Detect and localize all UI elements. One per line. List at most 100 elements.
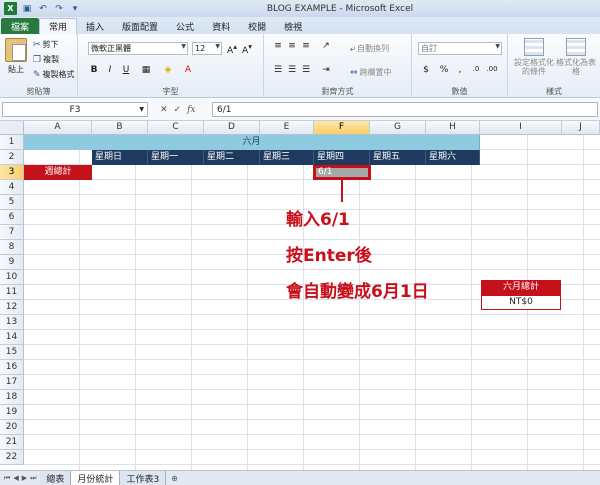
decrease-decimal-icon[interactable]: .00 [486,65,498,73]
row-header[interactable]: 22 [0,450,24,465]
row-header[interactable]: 15 [0,345,24,360]
row-header[interactable]: 19 [0,405,24,420]
row-header[interactable]: 4 [0,180,24,195]
indent-icon[interactable]: ⇥ [320,65,332,75]
prev-sheet-icon[interactable]: ◀ [13,474,18,482]
sheet-tab-summary[interactable]: 總表 [40,471,72,485]
row-header[interactable]: 11 [0,285,24,300]
save-icon[interactable]: ▣ [21,3,33,15]
align-middle-icon[interactable]: ≡ [286,41,298,51]
column-header-f[interactable]: F [314,121,370,135]
first-sheet-icon[interactable]: ⏮ [4,474,10,483]
row-header[interactable]: 2 [0,150,24,165]
undo-icon[interactable]: ↶ [37,3,49,15]
formula-input[interactable]: 6/1 [212,102,598,117]
percent-icon[interactable]: % [438,65,450,75]
tab-review[interactable]: 校閱 [239,18,275,34]
weekday-header-mon[interactable]: 星期一 [148,150,204,165]
format-table-button[interactable]: 格式化為表格 [556,38,596,76]
paste-button[interactable]: 貼上 [5,38,27,75]
format-painter-button[interactable]: ✎ 複製格式 [33,69,75,80]
column-header-c[interactable]: C [148,121,204,135]
row-header[interactable]: 5 [0,195,24,210]
column-header-h[interactable]: H [426,121,480,135]
row-header[interactable]: 18 [0,390,24,405]
comma-icon[interactable]: , [454,65,466,75]
column-header-b[interactable]: B [92,121,148,135]
column-header-d[interactable]: D [204,121,260,135]
column-header-g[interactable]: G [370,121,426,135]
shrink-font-icon[interactable]: A▾ [241,42,253,56]
month-title-cell[interactable]: 六月 [24,135,480,150]
align-top-icon[interactable]: ≡ [272,41,284,51]
weekday-header-sat[interactable]: 星期六 [426,150,480,165]
align-center-icon[interactable]: ☰ [286,65,298,75]
sheet-tab-monthly[interactable]: 月份統計 [71,471,121,485]
june-total-value-cell[interactable]: NT$0 [481,295,561,310]
next-sheet-icon[interactable]: ▶ [22,474,27,482]
font-name-combo[interactable]: 微軟正黑體 ▼ [88,42,188,55]
weekday-header-thu[interactable]: 星期四 [314,150,370,165]
redo-icon[interactable]: ↷ [53,3,65,15]
fill-color-icon[interactable]: ◈ [162,65,174,75]
tab-insert[interactable]: 插入 [77,18,113,34]
weekday-header-wed[interactable]: 星期三 [260,150,314,165]
insert-sheet-icon[interactable]: ⊕ [166,471,183,485]
underline-button[interactable]: U [120,65,132,75]
orientation-icon[interactable]: ↗ [320,41,332,51]
number-format-combo[interactable]: 自訂 ▼ [418,42,502,55]
row-header[interactable]: 9 [0,255,24,270]
last-sheet-icon[interactable]: ⏭ [30,474,36,483]
chevron-down-icon[interactable]: ▾ [69,3,81,15]
tab-page-layout[interactable]: 版面配置 [113,18,167,34]
tab-home[interactable]: 常用 [39,18,78,34]
increase-decimal-icon[interactable]: .0 [470,65,482,73]
select-all-corner[interactable] [0,121,24,135]
border-icon[interactable]: ▦ [140,65,152,75]
row-header[interactable]: 21 [0,435,24,450]
align-left-icon[interactable]: ☰ [272,65,284,75]
weekday-header-tue[interactable]: 星期二 [204,150,260,165]
weekday-header-sun[interactable]: 星期日 [92,150,148,165]
row-header[interactable]: 6 [0,210,24,225]
june-total-label-cell[interactable]: 六月總計 [481,280,561,295]
conditional-format-button[interactable]: 設定格式化的條件 [514,38,554,76]
column-header-i[interactable]: I [480,121,562,135]
wrap-text-button[interactable]: ⤶ 自動換列 [350,43,389,54]
row-header[interactable]: 10 [0,270,24,285]
active-cell-f3[interactable]: 6/1 [313,165,371,180]
confirm-icon[interactable]: ✓ [174,105,182,115]
bold-button[interactable]: B [88,65,100,75]
font-size-combo[interactable]: 12 ▼ [192,42,222,55]
name-box[interactable]: F3 ▼ [2,102,148,117]
weekday-header-fri[interactable]: 星期五 [370,150,426,165]
column-header-j[interactable]: J [562,121,600,135]
row-header[interactable]: 13 [0,315,24,330]
row-header[interactable]: 1 [0,135,24,150]
copy-button[interactable]: ❐ 複製 [33,54,59,65]
row-header[interactable]: 7 [0,225,24,240]
row-header[interactable]: 20 [0,420,24,435]
cancel-icon[interactable]: ✕ [160,105,168,115]
sheet-tab-sheet3[interactable]: 工作表3 [120,471,167,485]
tab-file[interactable]: 檔案 [1,18,39,34]
cut-button[interactable]: ✂ 剪下 [33,39,59,50]
italic-button[interactable]: I [104,65,116,75]
row-header[interactable]: 12 [0,300,24,315]
tab-data[interactable]: 資料 [203,18,239,34]
row-header[interactable]: 16 [0,360,24,375]
tab-view[interactable]: 檢視 [275,18,311,34]
align-right-icon[interactable]: ☰ [300,65,312,75]
row-header-selected[interactable]: 3 [0,165,24,180]
align-bottom-icon[interactable]: ≡ [300,41,312,51]
tab-formulas[interactable]: 公式 [167,18,203,34]
column-header-a[interactable]: A [24,121,92,135]
column-header-e[interactable]: E [260,121,314,135]
insert-function-button[interactable]: fx [187,105,195,115]
row-header[interactable]: 17 [0,375,24,390]
currency-icon[interactable]: $ [420,65,432,75]
grow-font-icon[interactable]: A▴ [226,42,238,56]
row-header[interactable]: 14 [0,330,24,345]
excel-app-icon[interactable]: X [4,2,17,15]
merge-center-button[interactable]: ⇔ 跨欄置中 [350,67,392,78]
